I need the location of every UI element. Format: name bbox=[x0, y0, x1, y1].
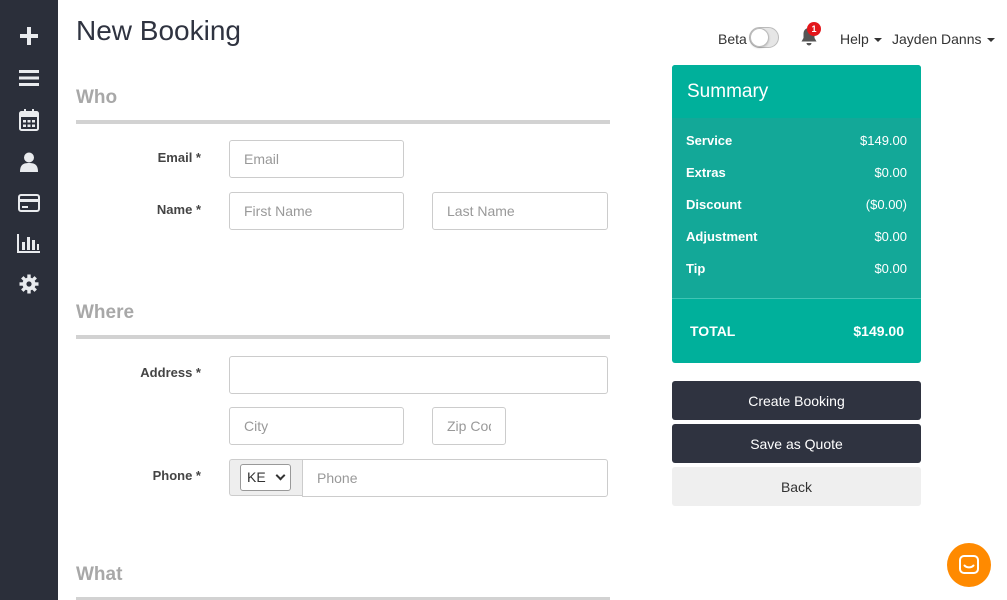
page-title: New Booking bbox=[76, 15, 241, 46]
summary-row-label: Extras bbox=[686, 165, 726, 180]
user-icon[interactable] bbox=[15, 148, 43, 176]
summary-row-value: $149.00 bbox=[860, 133, 907, 148]
summary-row-extras: Extras $0.00 bbox=[672, 165, 921, 197]
summary-row-label: Adjustment bbox=[686, 229, 758, 244]
address-input[interactable] bbox=[229, 356, 608, 394]
email-input[interactable] bbox=[229, 140, 404, 178]
summary-rows: Service $149.00 Extras $0.00 Discount ($0.0… bbox=[672, 118, 921, 298]
summary-panel: Summary Service $149.00 Extras $0.00 Disco… bbox=[672, 65, 921, 363]
section-divider bbox=[76, 120, 610, 124]
gear-icon[interactable] bbox=[15, 270, 43, 298]
help-menu[interactable]: Help bbox=[840, 31, 882, 47]
chat-icon bbox=[959, 555, 979, 574]
summary-row-label: Tip bbox=[686, 261, 706, 276]
chevron-down-icon bbox=[986, 38, 995, 43]
calendar-icon[interactable] bbox=[15, 106, 43, 134]
summary-row-discount: Discount ($0.00) bbox=[672, 197, 921, 229]
plus-icon[interactable] bbox=[15, 22, 43, 50]
zip-code-input[interactable] bbox=[432, 407, 506, 445]
city-input[interactable] bbox=[229, 407, 404, 445]
chat-button[interactable] bbox=[947, 543, 991, 587]
summary-row-tip: Tip $0.00 bbox=[672, 261, 921, 293]
first-name-input[interactable] bbox=[229, 192, 404, 230]
summary-row-label: Service bbox=[686, 133, 733, 148]
summary-row-label: Discount bbox=[686, 197, 742, 212]
country-code-value: KE bbox=[247, 469, 266, 485]
section-title-who: Who bbox=[76, 87, 118, 108]
summary-row-service: Service $149.00 bbox=[672, 133, 921, 165]
chevron-down-icon bbox=[275, 470, 286, 481]
save-as-quote-button[interactable]: Save as Quote bbox=[672, 424, 921, 463]
phone-label: Phone * bbox=[152, 468, 201, 483]
summary-row-value: ($0.00) bbox=[865, 197, 907, 212]
sidebar bbox=[0, 0, 58, 600]
summary-total-label: TOTAL bbox=[690, 323, 736, 339]
bar-chart-icon[interactable] bbox=[15, 229, 43, 257]
notification-badge: 1 bbox=[807, 22, 821, 36]
summary-row-value: $0.00 bbox=[874, 261, 907, 276]
country-code-select[interactable]: KE bbox=[240, 464, 291, 491]
section-title-where: Where bbox=[76, 302, 135, 323]
beta-label: Beta bbox=[718, 31, 747, 47]
toggle-knob bbox=[750, 28, 769, 47]
email-label: Email * bbox=[157, 150, 201, 165]
summary-row-value: $0.00 bbox=[874, 165, 907, 180]
user-menu[interactable]: Jayden Danns bbox=[892, 31, 995, 47]
summary-title: Summary bbox=[672, 65, 921, 118]
create-booking-button[interactable]: Create Booking bbox=[672, 381, 921, 420]
summary-total: TOTAL $149.00 bbox=[672, 298, 921, 339]
section-title-what: What bbox=[76, 564, 123, 585]
user-name: Jayden Danns bbox=[892, 31, 982, 47]
name-label: Name * bbox=[156, 202, 201, 217]
help-label: Help bbox=[840, 31, 869, 47]
back-button[interactable]: Back bbox=[672, 467, 921, 506]
beta-toggle[interactable] bbox=[749, 27, 779, 48]
summary-row-value: $0.00 bbox=[874, 229, 907, 244]
last-name-input[interactable] bbox=[432, 192, 608, 230]
summary-row-adjustment: Adjustment $0.00 bbox=[672, 229, 921, 261]
credit-card-icon[interactable] bbox=[15, 189, 43, 217]
chevron-down-icon bbox=[873, 38, 882, 43]
section-divider bbox=[76, 335, 610, 339]
menu-icon[interactable] bbox=[15, 64, 43, 92]
address-label: Address * bbox=[140, 365, 201, 380]
summary-total-value: $149.00 bbox=[853, 323, 904, 339]
phone-input[interactable] bbox=[302, 459, 608, 497]
